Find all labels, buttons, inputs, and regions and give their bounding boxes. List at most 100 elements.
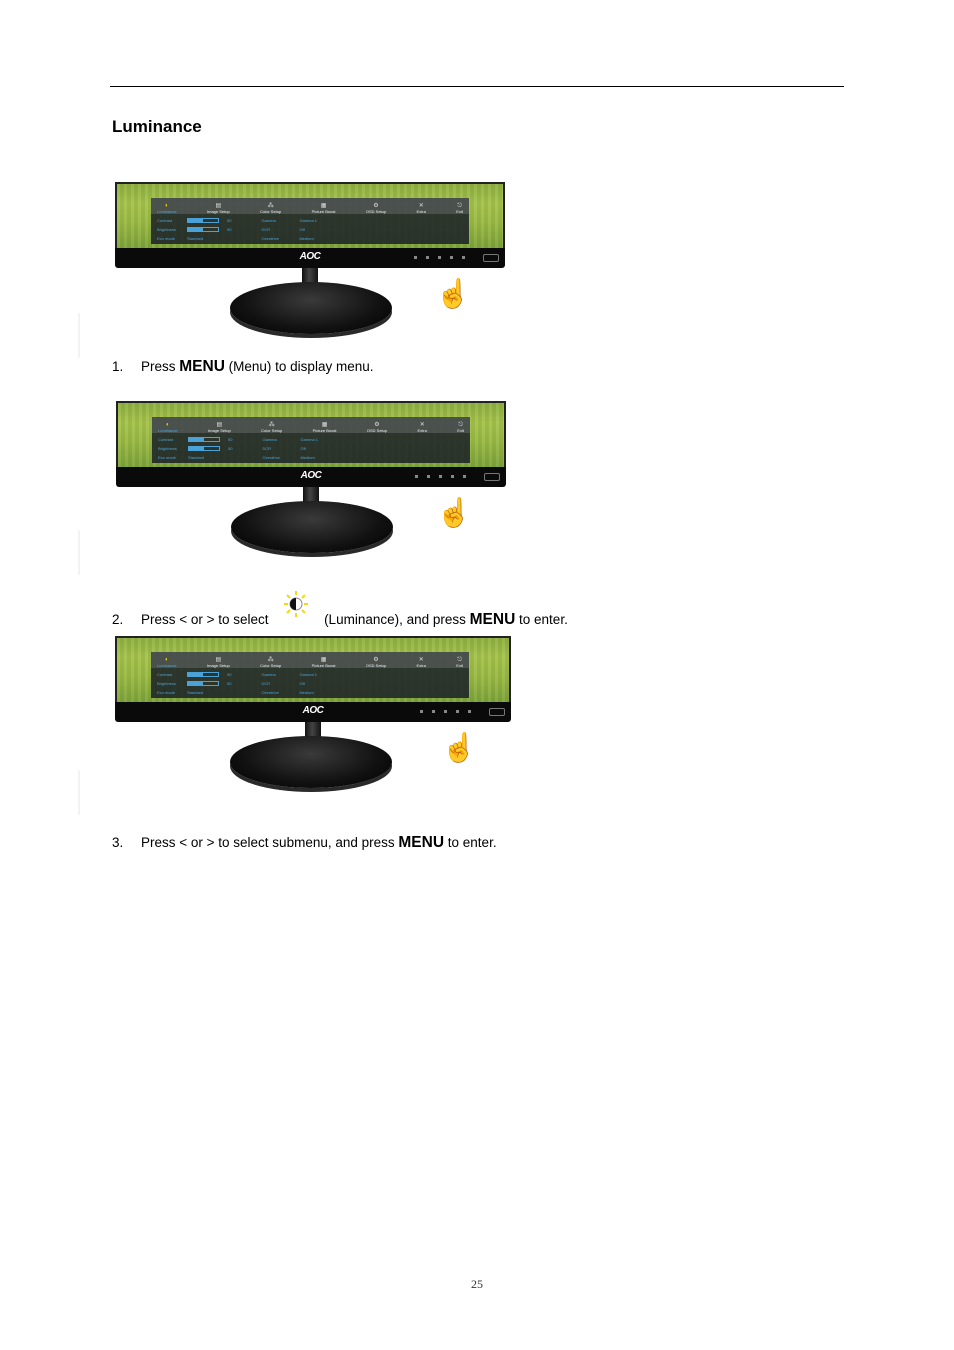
osd-item-label: Brightness xyxy=(157,226,176,232)
osd-slider[interactable] xyxy=(187,680,219,686)
monitor-base xyxy=(230,736,392,788)
scan-artifact xyxy=(78,770,80,815)
osd-item-value: 50 xyxy=(227,680,232,686)
osd-item-label: Brightness xyxy=(157,680,176,686)
left-button-icon xyxy=(426,256,429,259)
osd-slider[interactable] xyxy=(187,226,219,232)
osd-tab-image-setup[interactable]: ▤ Image Setup xyxy=(207,203,230,214)
front-panel-buttons xyxy=(415,475,466,478)
source-button-icon xyxy=(415,475,418,478)
osd-item[interactable]: Brightness 50 xyxy=(157,680,231,686)
osd-item[interactable]: DCR Off xyxy=(261,680,317,686)
osd-item[interactable]: Brightness 50 xyxy=(157,226,231,232)
osd-tab-extra[interactable]: ✕ Extra xyxy=(417,203,426,214)
osd-tab-color-setup[interactable]: ⁂ Color Setup xyxy=(261,422,282,433)
osd-tab-luminance[interactable]: ◐ Luminance xyxy=(157,657,177,668)
osd-item[interactable]: Gamma Gamma 1 xyxy=(261,217,317,223)
osd-tab-image-setup[interactable]: ▤ Image Setup xyxy=(208,422,231,433)
osd-item-value: Off xyxy=(300,445,306,451)
osd-item[interactable]: DCR Off xyxy=(262,445,318,451)
osd-item-value: 50 xyxy=(227,671,232,677)
osd-item-value: 50 xyxy=(227,226,232,232)
step-number: 1. xyxy=(112,359,124,374)
step-text: (Menu) to display menu. xyxy=(224,359,374,374)
osd-tab-luminance[interactable]: ◐ Luminance xyxy=(158,422,178,433)
right-button-icon xyxy=(439,475,442,478)
osd-item[interactable]: Contrast 50 xyxy=(157,671,231,677)
osd-tab-label: Picture Boost xyxy=(311,209,336,214)
osd-tab-bar: ◐ Luminance ▤ Image Setup ⁂ Color Setup ▦ Pictu… xyxy=(151,198,469,214)
osd-tab-luminance[interactable]: ◐ Luminance xyxy=(157,203,177,214)
osd-tab-label: Color Setup xyxy=(261,428,283,433)
osd-item[interactable]: Gamma Gamma 1 xyxy=(261,671,317,677)
osd-item[interactable]: Eco mode Standard xyxy=(158,454,232,460)
osd-tab-picture-boost[interactable]: ▦ Picture Boost xyxy=(312,657,336,668)
osd-item[interactable]: DCR Off xyxy=(261,226,317,232)
front-panel-buttons xyxy=(414,256,465,259)
osd-tab-label: Image Setup xyxy=(207,209,230,214)
osd-menu: ◐ Luminance ▤ Image Setup ⁂ Color Setup ▦ Pictu… xyxy=(151,652,469,698)
osd-item-label: Eco mode xyxy=(157,235,176,241)
osd-right-column: Gamma Gamma 1 DCR Off Overdrive Medium xyxy=(261,671,317,695)
osd-item-label: DCR xyxy=(261,680,271,686)
osd-item[interactable]: Contrast 50 xyxy=(158,436,232,442)
osd-tab-picture-boost[interactable]: ▦ Picture Boost xyxy=(313,422,337,433)
osd-item-value: Gamma 1 xyxy=(300,436,319,442)
osd-tab-image-setup[interactable]: ▤ Image Setup xyxy=(207,657,230,668)
osd-item-label: Contrast xyxy=(157,217,173,223)
step-text: Press < or > to select submenu, and pres… xyxy=(141,835,399,850)
luminance-icon xyxy=(272,590,320,621)
osd-tab-exit[interactable]: ⎋ Exit xyxy=(456,657,463,668)
osd-tab-color-setup[interactable]: ⁂ Color Setup xyxy=(260,203,281,214)
osd-item-value: Standard xyxy=(188,454,205,460)
osd-item-value: 50 xyxy=(227,217,232,223)
osd-item-value: Gamma 1 xyxy=(299,671,318,677)
osd-slider[interactable] xyxy=(188,445,220,451)
osd-item[interactable]: Overdrive Medium xyxy=(261,235,317,241)
monitor-screen: ◐ Luminance ▤ Image Setup ⁂ Color Setup ▦ Pictu… xyxy=(115,182,505,250)
osd-item-label: Gamma xyxy=(262,436,277,442)
osd-slider[interactable] xyxy=(187,671,219,677)
osd-left-column: Contrast 50 Brightness 50 Eco mode Standard xyxy=(157,671,231,695)
osd-tab-extra[interactable]: ✕ Extra xyxy=(417,657,426,668)
pointing-hand-icon: ☝ xyxy=(441,732,477,763)
osd-item[interactable]: Brightness 50 xyxy=(158,445,232,451)
osd-tab-label: Exit xyxy=(457,428,464,433)
osd-tab-label: Extra xyxy=(416,209,426,214)
osd-tab-exit[interactable]: ⎋ Exit xyxy=(456,203,463,214)
monitor-base xyxy=(231,501,393,553)
osd-slider[interactable] xyxy=(187,217,219,223)
power-indicator xyxy=(489,708,505,716)
monitor-bezel: AOC xyxy=(115,702,511,722)
step-text: Press < or > to select xyxy=(141,612,273,627)
osd-tab-label: OSD Setup xyxy=(365,663,387,668)
osd-item[interactable]: Eco mode Standard xyxy=(157,689,231,695)
osd-item-label: Eco mode xyxy=(157,689,176,695)
scan-artifact xyxy=(78,530,80,575)
osd-item-value: Medium xyxy=(299,689,314,695)
osd-tab-extra[interactable]: ✕ Extra xyxy=(418,422,427,433)
osd-tab-osd-setup[interactable]: ⚙ OSD Setup xyxy=(367,422,387,433)
osd-tab-osd-setup[interactable]: ⚙ OSD Setup xyxy=(366,657,386,668)
brand-logo: AOC xyxy=(299,251,321,262)
osd-item-value: 50 xyxy=(228,445,233,451)
menu-key-label: MENU xyxy=(179,358,225,375)
osd-tab-exit[interactable]: ⎋ Exit xyxy=(457,422,464,433)
osd-tab-osd-setup[interactable]: ⚙ OSD Setup xyxy=(366,203,386,214)
power-button-icon xyxy=(462,256,465,259)
osd-item[interactable]: Gamma Gamma 1 xyxy=(262,436,318,442)
osd-tab-picture-boost[interactable]: ▦ Picture Boost xyxy=(312,203,336,214)
osd-tab-color-setup[interactable]: ⁂ Color Setup xyxy=(260,657,281,668)
osd-item[interactable]: Eco mode Standard xyxy=(157,235,231,241)
osd-item[interactable]: Overdrive Medium xyxy=(262,454,318,460)
osd-item-label: Contrast xyxy=(157,671,173,677)
osd-item[interactable]: Overdrive Medium xyxy=(261,689,317,695)
osd-tab-label: Color Setup xyxy=(260,209,282,214)
osd-menu: ◐ Luminance ▤ Image Setup ⁂ Color Setup ▦ Pictu… xyxy=(151,198,469,244)
left-button-icon xyxy=(432,710,435,713)
osd-left-column: Contrast 50 Brightness 50 Eco mode Standard xyxy=(157,217,231,241)
osd-slider[interactable] xyxy=(188,436,220,442)
pointing-hand-icon: ☝ xyxy=(435,278,471,309)
menu-button-icon xyxy=(450,256,453,259)
osd-item[interactable]: Contrast 50 xyxy=(157,217,231,223)
